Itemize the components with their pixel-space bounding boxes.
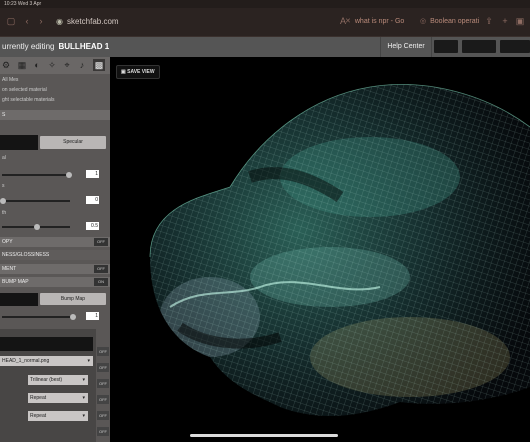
slider-4[interactable] xyxy=(2,316,74,318)
sidebar-icon[interactable]: ▢ xyxy=(6,16,16,26)
tool-tabs: ⚙ ▦ ◐ ✧ ⌖ ♪ ▩ xyxy=(0,57,110,74)
off-badge-4[interactable]: OFF xyxy=(97,395,109,404)
param-label-1: al xyxy=(2,155,6,161)
selected-material-label: on selected material xyxy=(2,87,47,93)
filter-select[interactable]: Trilinear (best) ▾ xyxy=(28,375,88,385)
header-button-1[interactable] xyxy=(434,40,458,53)
tab-boolean[interactable]: ◎ Boolean operati xyxy=(420,17,479,25)
materials-icon[interactable]: ◐ xyxy=(31,59,43,71)
off-badge-5[interactable]: OFF xyxy=(97,411,109,420)
editing-title: urrently editing BULLHEAD 1 xyxy=(2,42,110,51)
lighting-icon[interactable]: ▦ xyxy=(16,59,28,71)
param-label-3: th xyxy=(2,210,7,216)
lock-icon: ◉ xyxy=(56,17,63,26)
tab-npr[interactable]: ✕ what is npr - Go xyxy=(345,17,404,25)
browser-toolbar: ▢ ‹ › ◉ sketchfab.com A ✕ what is npr - Go… xyxy=(0,8,530,37)
texture-preview[interactable] xyxy=(0,337,93,351)
bump-swatch[interactable] xyxy=(0,293,38,306)
vr-icon[interactable]: ▩ xyxy=(93,59,105,71)
3d-viewport[interactable]: ▣ SAVE VIEW xyxy=(110,57,530,442)
home-indicator[interactable] xyxy=(190,434,338,437)
wrap-s-select[interactable]: Repeat ▾ xyxy=(28,393,88,403)
back-icon[interactable]: ‹ xyxy=(22,16,32,26)
header-button-2[interactable] xyxy=(462,40,496,53)
value-4[interactable]: 1 xyxy=(86,312,99,320)
slider-3-handle[interactable] xyxy=(34,224,40,230)
section-header[interactable]: S xyxy=(0,110,110,120)
camera-icon: ▣ xyxy=(121,69,126,75)
address-bar[interactable]: ◉ sketchfab.com xyxy=(56,14,336,30)
globe-icon: ◎ xyxy=(420,18,427,25)
save-view-button[interactable]: ▣ SAVE VIEW xyxy=(116,65,160,79)
material-panel: ⚙ ▦ ◐ ✧ ⌖ ♪ ▩ All Mes on selected materi… xyxy=(0,57,110,442)
pin-icon[interactable]: ⌖ xyxy=(61,59,73,71)
wireframe-model xyxy=(149,84,530,417)
value-2[interactable]: 0 xyxy=(86,196,99,204)
value-3[interactable]: 0.5 xyxy=(86,222,99,230)
color-swatch[interactable] xyxy=(0,135,38,150)
off-badge-3[interactable]: OFF xyxy=(97,379,109,388)
status-bar: 10:23 Wed 3 Apr xyxy=(0,0,530,8)
roughness-section[interactable]: NESS/GLOSSINESS xyxy=(0,250,110,260)
slider-1-handle[interactable] xyxy=(66,172,72,178)
displacement-section[interactable]: MENT OFF xyxy=(0,264,110,274)
slider-2[interactable] xyxy=(2,200,70,202)
bump-map-toggle[interactable]: ON xyxy=(94,278,108,286)
sound-icon[interactable]: ♪ xyxy=(76,59,88,71)
tabs-icon[interactable]: ▣ xyxy=(515,16,525,26)
wand-icon[interactable]: ✧ xyxy=(46,59,58,71)
displacement-toggle[interactable]: OFF xyxy=(94,265,108,273)
bump-map-section[interactable]: BUMP MAP ON xyxy=(0,277,110,287)
slider-2-handle[interactable] xyxy=(0,198,6,204)
wrap-t-select[interactable]: Repeat ▾ xyxy=(28,411,88,421)
slider-1[interactable] xyxy=(2,174,70,176)
editor-header: urrently editing BULLHEAD 1 Help Center xyxy=(0,37,530,58)
param-label-2: s xyxy=(2,183,5,189)
all-meshes-label: All Mes xyxy=(2,77,19,83)
specular-button[interactable]: Specular xyxy=(40,136,106,149)
selectable-materials-label: ght selectable materials xyxy=(2,97,55,103)
add-tab-icon[interactable]: + xyxy=(500,16,510,26)
bump-map-button[interactable]: Bump Map xyxy=(40,293,106,305)
slider-4-handle[interactable] xyxy=(70,314,76,320)
off-badge-1[interactable]: OFF xyxy=(97,347,109,356)
status-time: 10:23 Wed 3 Apr xyxy=(4,1,42,7)
share-icon[interactable]: ⇪ xyxy=(484,16,494,26)
header-button-3[interactable] xyxy=(500,40,530,53)
opacity-section[interactable]: OPY OFF xyxy=(0,237,110,247)
value-1[interactable]: 1 xyxy=(86,170,99,178)
off-badge-6[interactable]: OFF xyxy=(97,427,109,436)
opacity-toggle[interactable]: OFF xyxy=(94,238,108,246)
off-badge-2[interactable]: OFF xyxy=(97,363,109,372)
close-icon[interactable]: ✕ xyxy=(345,18,351,25)
scene-icon[interactable]: ⚙ xyxy=(0,59,12,71)
forward-icon[interactable]: › xyxy=(36,16,46,26)
texture-file-select[interactable]: HEAD_1_normal.png ▾ xyxy=(0,356,93,366)
help-center-button[interactable]: Help Center xyxy=(380,37,432,57)
